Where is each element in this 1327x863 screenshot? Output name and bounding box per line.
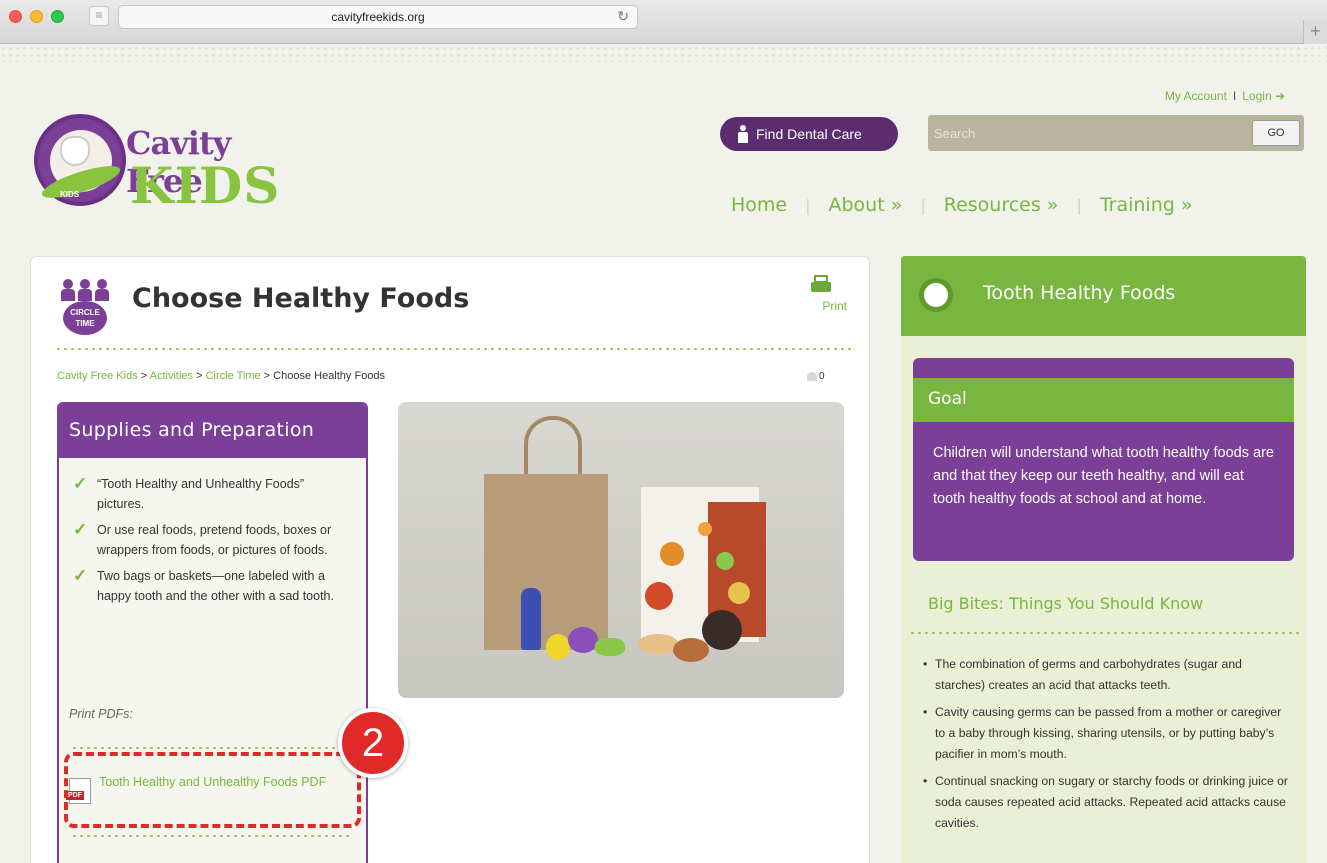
browser-toolbar: ≡ cavityfreekids.org ↻ + xyxy=(0,0,1327,44)
logo-wordmark-bottom: KIDS xyxy=(130,156,281,215)
circle-time-badge: CIRCLE TIME xyxy=(63,301,107,335)
logo-emblem: KIDS xyxy=(34,114,126,206)
checkmark-icon: ✓ xyxy=(73,520,88,539)
pdf-divider-top xyxy=(71,746,351,750)
food-icon xyxy=(919,278,953,312)
logo-ring-text: KIDS xyxy=(60,190,80,199)
big-bites-divider xyxy=(909,631,1301,635)
title-divider xyxy=(55,347,851,351)
supplies-list: ✓ “Tooth Healthy and Unhealthy Foods” pic… xyxy=(59,458,366,606)
breadcrumb-activities[interactable]: Activities xyxy=(150,370,193,382)
breadcrumb-current: Choose Healthy Foods xyxy=(273,370,386,382)
nav-about[interactable]: About » xyxy=(829,194,903,216)
list-item: ✓ “Tooth Healthy and Unhealthy Foods” pic… xyxy=(71,474,352,514)
nav-separator: | xyxy=(805,195,811,215)
breadcrumb-separator: > xyxy=(193,370,206,382)
checkmark-icon: ✓ xyxy=(73,566,88,585)
find-dental-care-label: Find Dental Care xyxy=(756,126,862,142)
supply-text: Two bags or baskets—one labeled with a h… xyxy=(97,569,334,603)
reader-list-icon[interactable]: ≡ xyxy=(89,6,109,26)
nav-training[interactable]: Training » xyxy=(1100,194,1193,216)
account-links: My Account I Login ➜ xyxy=(1165,89,1285,103)
goal-panel: Goal Children will understand what tooth… xyxy=(913,358,1294,561)
big-bites-heading: Big Bites: Things You Should Know xyxy=(928,594,1204,613)
printer-icon xyxy=(811,275,831,293)
like-counter[interactable]: 0 xyxy=(807,371,825,382)
person-icon xyxy=(738,125,748,143)
supply-text: “Tooth Healthy and Unhealthy Foods” pict… xyxy=(97,477,305,511)
highlight-callout-box xyxy=(64,752,361,828)
minimize-window-button[interactable] xyxy=(30,10,43,23)
url-text: cavityfreekids.org xyxy=(331,10,425,24)
reload-icon[interactable]: ↻ xyxy=(617,8,629,25)
breadcrumb-separator: > xyxy=(137,370,150,382)
sidebar-body: Goal Children will understand what tooth… xyxy=(901,336,1306,863)
nav-home[interactable]: Home xyxy=(731,194,787,216)
breadcrumb-separator: > xyxy=(260,370,274,382)
supplies-heading: Supplies and Preparation xyxy=(59,404,366,458)
my-account-link[interactable]: My Account xyxy=(1165,89,1227,103)
tooth-icon xyxy=(60,136,90,166)
list-item: ✓ Two bags or baskets—one labeled with a … xyxy=(71,566,352,606)
sidebar-header: Tooth Healthy Foods xyxy=(901,256,1306,336)
find-dental-care-button[interactable]: Find Dental Care xyxy=(720,117,898,151)
nav-separator: | xyxy=(1076,195,1082,215)
header-dot-border xyxy=(0,44,1327,62)
print-label: Print xyxy=(822,299,847,313)
account-separator: I xyxy=(1232,89,1237,103)
goal-heading: Goal xyxy=(913,378,1294,422)
big-bites-list: The combination of germs and carbohydrat… xyxy=(923,654,1293,840)
circle-time-icon: CIRCLE TIME xyxy=(55,279,119,335)
print-pdfs-label: Print PDFs: xyxy=(69,707,133,721)
print-button[interactable]: Print xyxy=(791,275,851,313)
search-go-button[interactable]: GO xyxy=(1252,120,1300,146)
search-input[interactable] xyxy=(934,120,1244,146)
zoom-window-button[interactable] xyxy=(51,10,64,23)
nav-separator: | xyxy=(920,195,926,215)
like-count: 0 xyxy=(819,371,825,382)
list-item: Continual snacking on sugary or starchy … xyxy=(923,771,1293,834)
nav-resources[interactable]: Resources » xyxy=(944,194,1059,216)
main-navigation: Home | About » | Resources » | Training … xyxy=(731,190,1192,220)
site-logo[interactable]: KIDS Cavity Free KIDS xyxy=(34,110,304,220)
address-bar[interactable]: cavityfreekids.org ↻ xyxy=(118,5,638,29)
list-item: ✓ Or use real foods, pretend foods, boxes… xyxy=(71,520,352,560)
close-window-button[interactable] xyxy=(9,10,22,23)
supply-text: Or use real foods, pretend foods, boxes … xyxy=(97,523,332,557)
pdf-divider-bottom xyxy=(71,834,351,838)
page-title: Choose Healthy Foods xyxy=(132,283,470,314)
list-item: The combination of germs and carbohydrat… xyxy=(923,654,1293,696)
step-number-badge: 2 xyxy=(338,708,408,778)
list-item: Cavity causing germs can be passed from … xyxy=(923,702,1293,765)
login-link[interactable]: Login ➜ xyxy=(1242,89,1285,103)
heart-icon xyxy=(807,371,817,381)
checkmark-icon: ✓ xyxy=(73,474,88,493)
breadcrumb-home[interactable]: Cavity Free Kids xyxy=(57,370,138,382)
sidebar-title: Tooth Healthy Foods xyxy=(983,282,1176,304)
search-bar: GO xyxy=(928,115,1304,151)
breadcrumb: Cavity Free Kids > Activities > Circle T… xyxy=(57,370,385,382)
goal-text: Children will understand what tooth heal… xyxy=(933,445,1274,507)
activity-photo xyxy=(398,402,844,698)
new-tab-button[interactable]: + xyxy=(1303,20,1327,44)
breadcrumb-circle-time[interactable]: Circle Time xyxy=(206,370,261,382)
